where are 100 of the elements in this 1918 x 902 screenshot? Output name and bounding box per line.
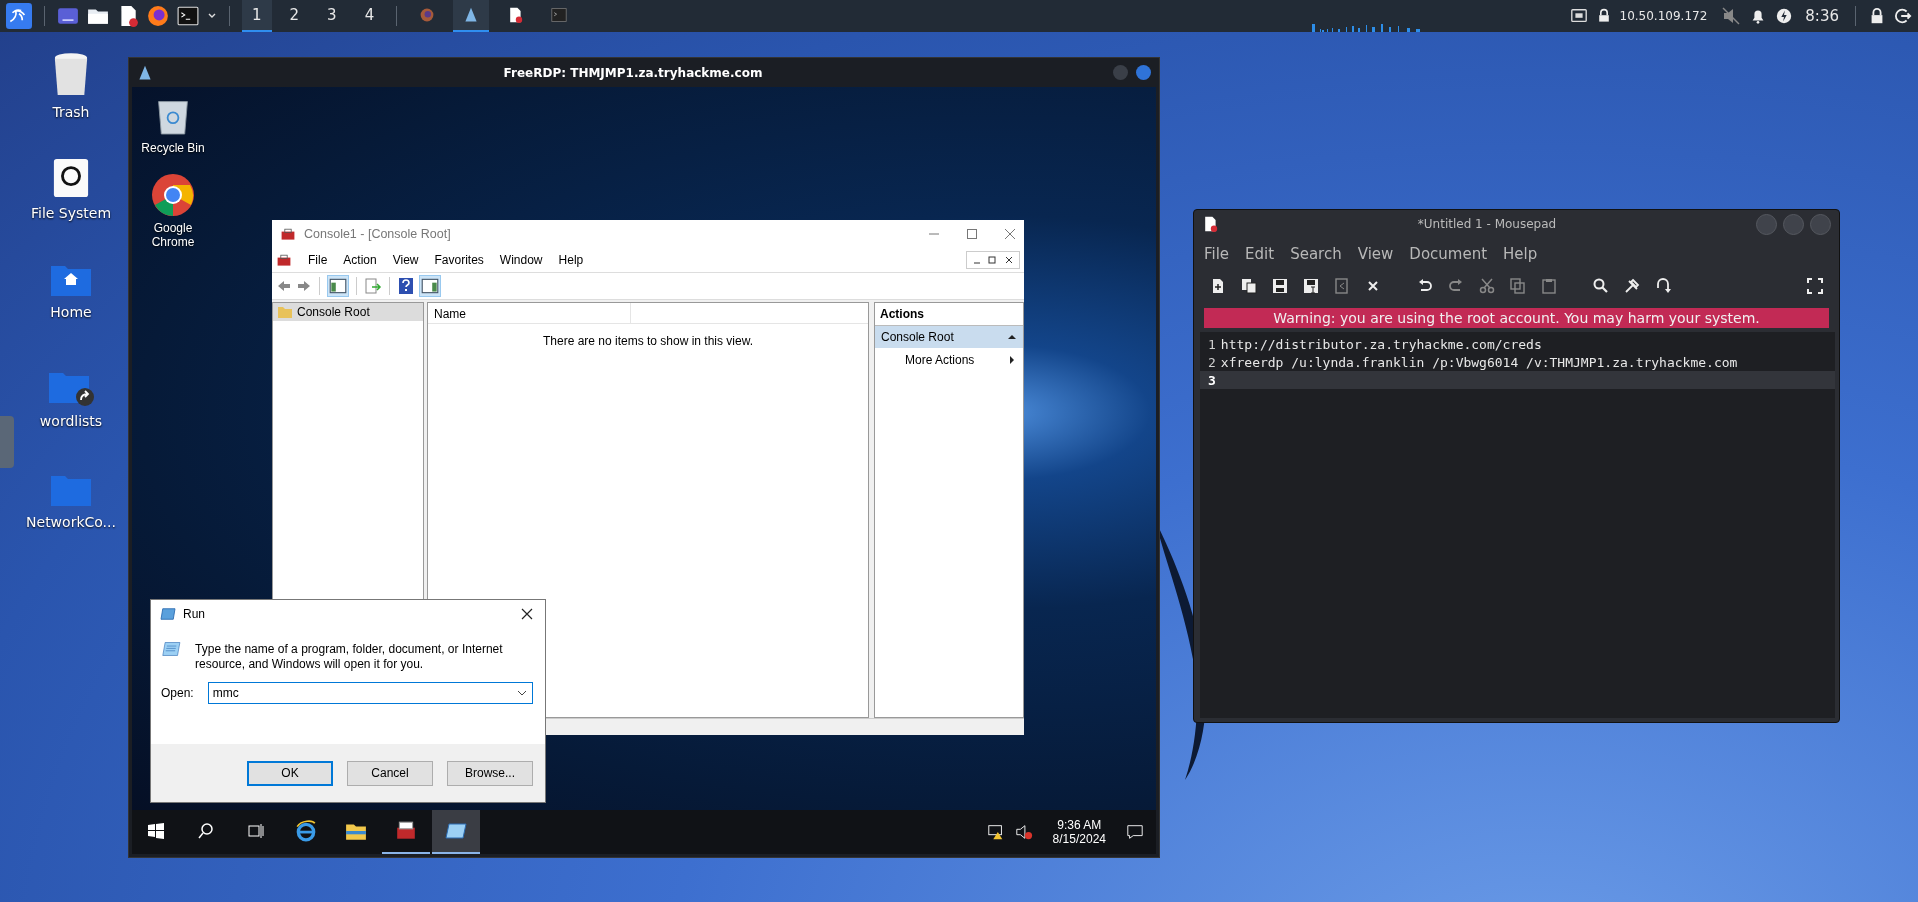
- collapse-icon[interactable]: [1007, 332, 1017, 342]
- new-window-icon[interactable]: [1241, 278, 1257, 294]
- trash-can-icon: [52, 52, 90, 98]
- menu-item[interactable]: Search: [1290, 245, 1342, 263]
- chrome-icon: [151, 173, 195, 217]
- submenu-arrow-icon: [1007, 355, 1017, 365]
- menu-item[interactable]: Favorites: [434, 253, 484, 267]
- clock[interactable]: 8:36: [1805, 7, 1839, 25]
- line-number: 1: [1208, 336, 1216, 352]
- cone-icon: [137, 64, 153, 81]
- shortcut-label: Recycle Bin: [140, 141, 206, 155]
- logout-icon[interactable]: [1894, 7, 1912, 25]
- instruction-text: Type the name of a program, folder, document, or Internet resource, and Windows will open it for you.: [195, 642, 504, 672]
- desktop-shortcut[interactable]: Google Chrome: [132, 173, 214, 249]
- workspace-button[interactable]: 4: [354, 0, 385, 32]
- menu-item[interactable]: Window: [499, 253, 543, 267]
- dialog-button[interactable]: Browse...: [447, 760, 533, 786]
- action-label: More Actions: [905, 353, 975, 367]
- section-label: Console Root: [881, 330, 954, 344]
- child-window-controls-icon[interactable]: [966, 251, 1020, 269]
- search-icon[interactable]: [1593, 278, 1609, 294]
- menu-item[interactable]: Action: [343, 253, 377, 267]
- window-title: *Untitled 1 - Mousepad: [1416, 217, 1558, 231]
- action-pane-icon[interactable]: [419, 275, 441, 297]
- menu-item[interactable]: View: [1357, 245, 1394, 263]
- maximize-icon[interactable]: [966, 228, 978, 240]
- copy-icon[interactable]: [1510, 278, 1526, 294]
- menu-item[interactable]: Help: [558, 253, 584, 267]
- actions-section[interactable]: Console Root: [875, 326, 1023, 348]
- dragon-logo-icon[interactable]: [6, 3, 32, 29]
- command-field[interactable]: mmc: [207, 682, 533, 704]
- desktop-icon[interactable]: [57, 5, 79, 27]
- taskbar-button[interactable]: [432, 810, 480, 854]
- firefox-icon[interactable]: [147, 5, 169, 27]
- go-to-icon[interactable]: [1655, 278, 1671, 294]
- ip-address: 10.50.109.172: [1619, 9, 1708, 23]
- menu-item[interactable]: Document: [1409, 245, 1488, 263]
- new-file-icon[interactable]: [1210, 278, 1226, 294]
- menu-item[interactable]: Edit: [1245, 245, 1275, 263]
- tree-item[interactable]: Console Root: [273, 303, 423, 321]
- toolbox-icon: [280, 226, 296, 242]
- window-title: Console1 - [Console Root]: [304, 227, 452, 241]
- menu-item[interactable]: File: [1204, 245, 1230, 263]
- power-icon[interactable]: [1775, 7, 1794, 25]
- empty-message: There are no items to show in this view.: [541, 334, 755, 348]
- desktop-shortcut[interactable]: File System: [10, 157, 132, 262]
- workspace-button[interactable]: 1: [242, 0, 272, 32]
- network-icon[interactable]: [1569, 7, 1588, 25]
- undo-icon[interactable]: [1417, 278, 1433, 294]
- cut-icon[interactable]: [1479, 278, 1495, 294]
- dialog-button[interactable]: OK: [247, 760, 333, 786]
- menu-item[interactable]: View: [392, 253, 419, 267]
- side-panel-handle[interactable]: [0, 416, 14, 468]
- dropdown-caret-icon[interactable]: [517, 688, 527, 698]
- muted-speaker-icon[interactable]: [1014, 823, 1033, 841]
- search-icon: [198, 823, 214, 839]
- save-icon[interactable]: [1272, 278, 1288, 294]
- console-tree-icon[interactable]: [327, 275, 349, 297]
- tree-item-label: Console Root: [297, 305, 370, 319]
- text-area[interactable]: 1 http://distributor.za.tryhackme.com/creds 2 xfreerdp /u:lynda.franklin /p:Vbwg6014 /v:THMJMP1.za.tryhackme.com 3: [1200, 332, 1835, 718]
- close-icon[interactable]: [521, 608, 533, 620]
- back-arrow-icon[interactable]: [276, 278, 292, 294]
- menu-item[interactable]: File: [308, 253, 328, 267]
- fullscreen-icon[interactable]: [1807, 278, 1823, 294]
- run-icon: [159, 607, 177, 621]
- notification-icon[interactable]: [1126, 823, 1144, 841]
- window-title: FreeRDP: THMJMP1.za.tryhackme.com: [502, 65, 764, 80]
- network-warning-icon[interactable]: [986, 823, 1005, 841]
- forward-arrow-icon[interactable]: [296, 278, 312, 294]
- dialog-title: Run: [183, 607, 206, 621]
- redo-icon[interactable]: [1448, 278, 1464, 294]
- shortcut-label: Trash: [52, 104, 90, 120]
- export-list-icon[interactable]: [364, 277, 382, 295]
- help-icon[interactable]: [397, 277, 415, 295]
- terminal-icon: [551, 7, 568, 23]
- dialog-button[interactable]: Cancel: [347, 760, 433, 786]
- action-item[interactable]: More Actions: [875, 348, 1023, 371]
- column-header[interactable]: Name: [428, 303, 631, 323]
- line-number: 2: [1208, 354, 1216, 370]
- windows-logo-icon: [148, 823, 164, 839]
- desktop-shortcut[interactable]: Home: [10, 262, 132, 367]
- replace-icon[interactable]: [1624, 278, 1640, 294]
- reload-icon[interactable]: [1334, 278, 1350, 294]
- drive-icon: [52, 157, 90, 199]
- line-number: 3: [1208, 372, 1216, 388]
- code-text: http://distributor.za.tryhackme.com/creds: [1220, 336, 1542, 352]
- workspace-button[interactable]: 3: [317, 0, 347, 32]
- desktop-shortcut[interactable]: wordlists: [10, 367, 132, 472]
- menu-item[interactable]: Help: [1503, 245, 1538, 263]
- workspace-button[interactable]: 2: [279, 0, 310, 32]
- desktop-shortcut[interactable]: Trash: [10, 52, 132, 157]
- save-as-icon[interactable]: [1303, 278, 1319, 294]
- window-button[interactable]: [453, 0, 490, 32]
- paste-icon[interactable]: [1541, 278, 1557, 294]
- taskbar-clock[interactable]: 9:36 AM 8/15/2024: [1052, 818, 1106, 846]
- terminal-icon[interactable]: [177, 5, 199, 27]
- close-button[interactable]: [1136, 65, 1151, 80]
- desktop-shortcut[interactable]: Recycle Bin: [132, 95, 214, 155]
- shortcut-label: wordlists: [39, 413, 103, 429]
- desktop-shortcut[interactable]: NetworkCo...: [10, 472, 132, 577]
